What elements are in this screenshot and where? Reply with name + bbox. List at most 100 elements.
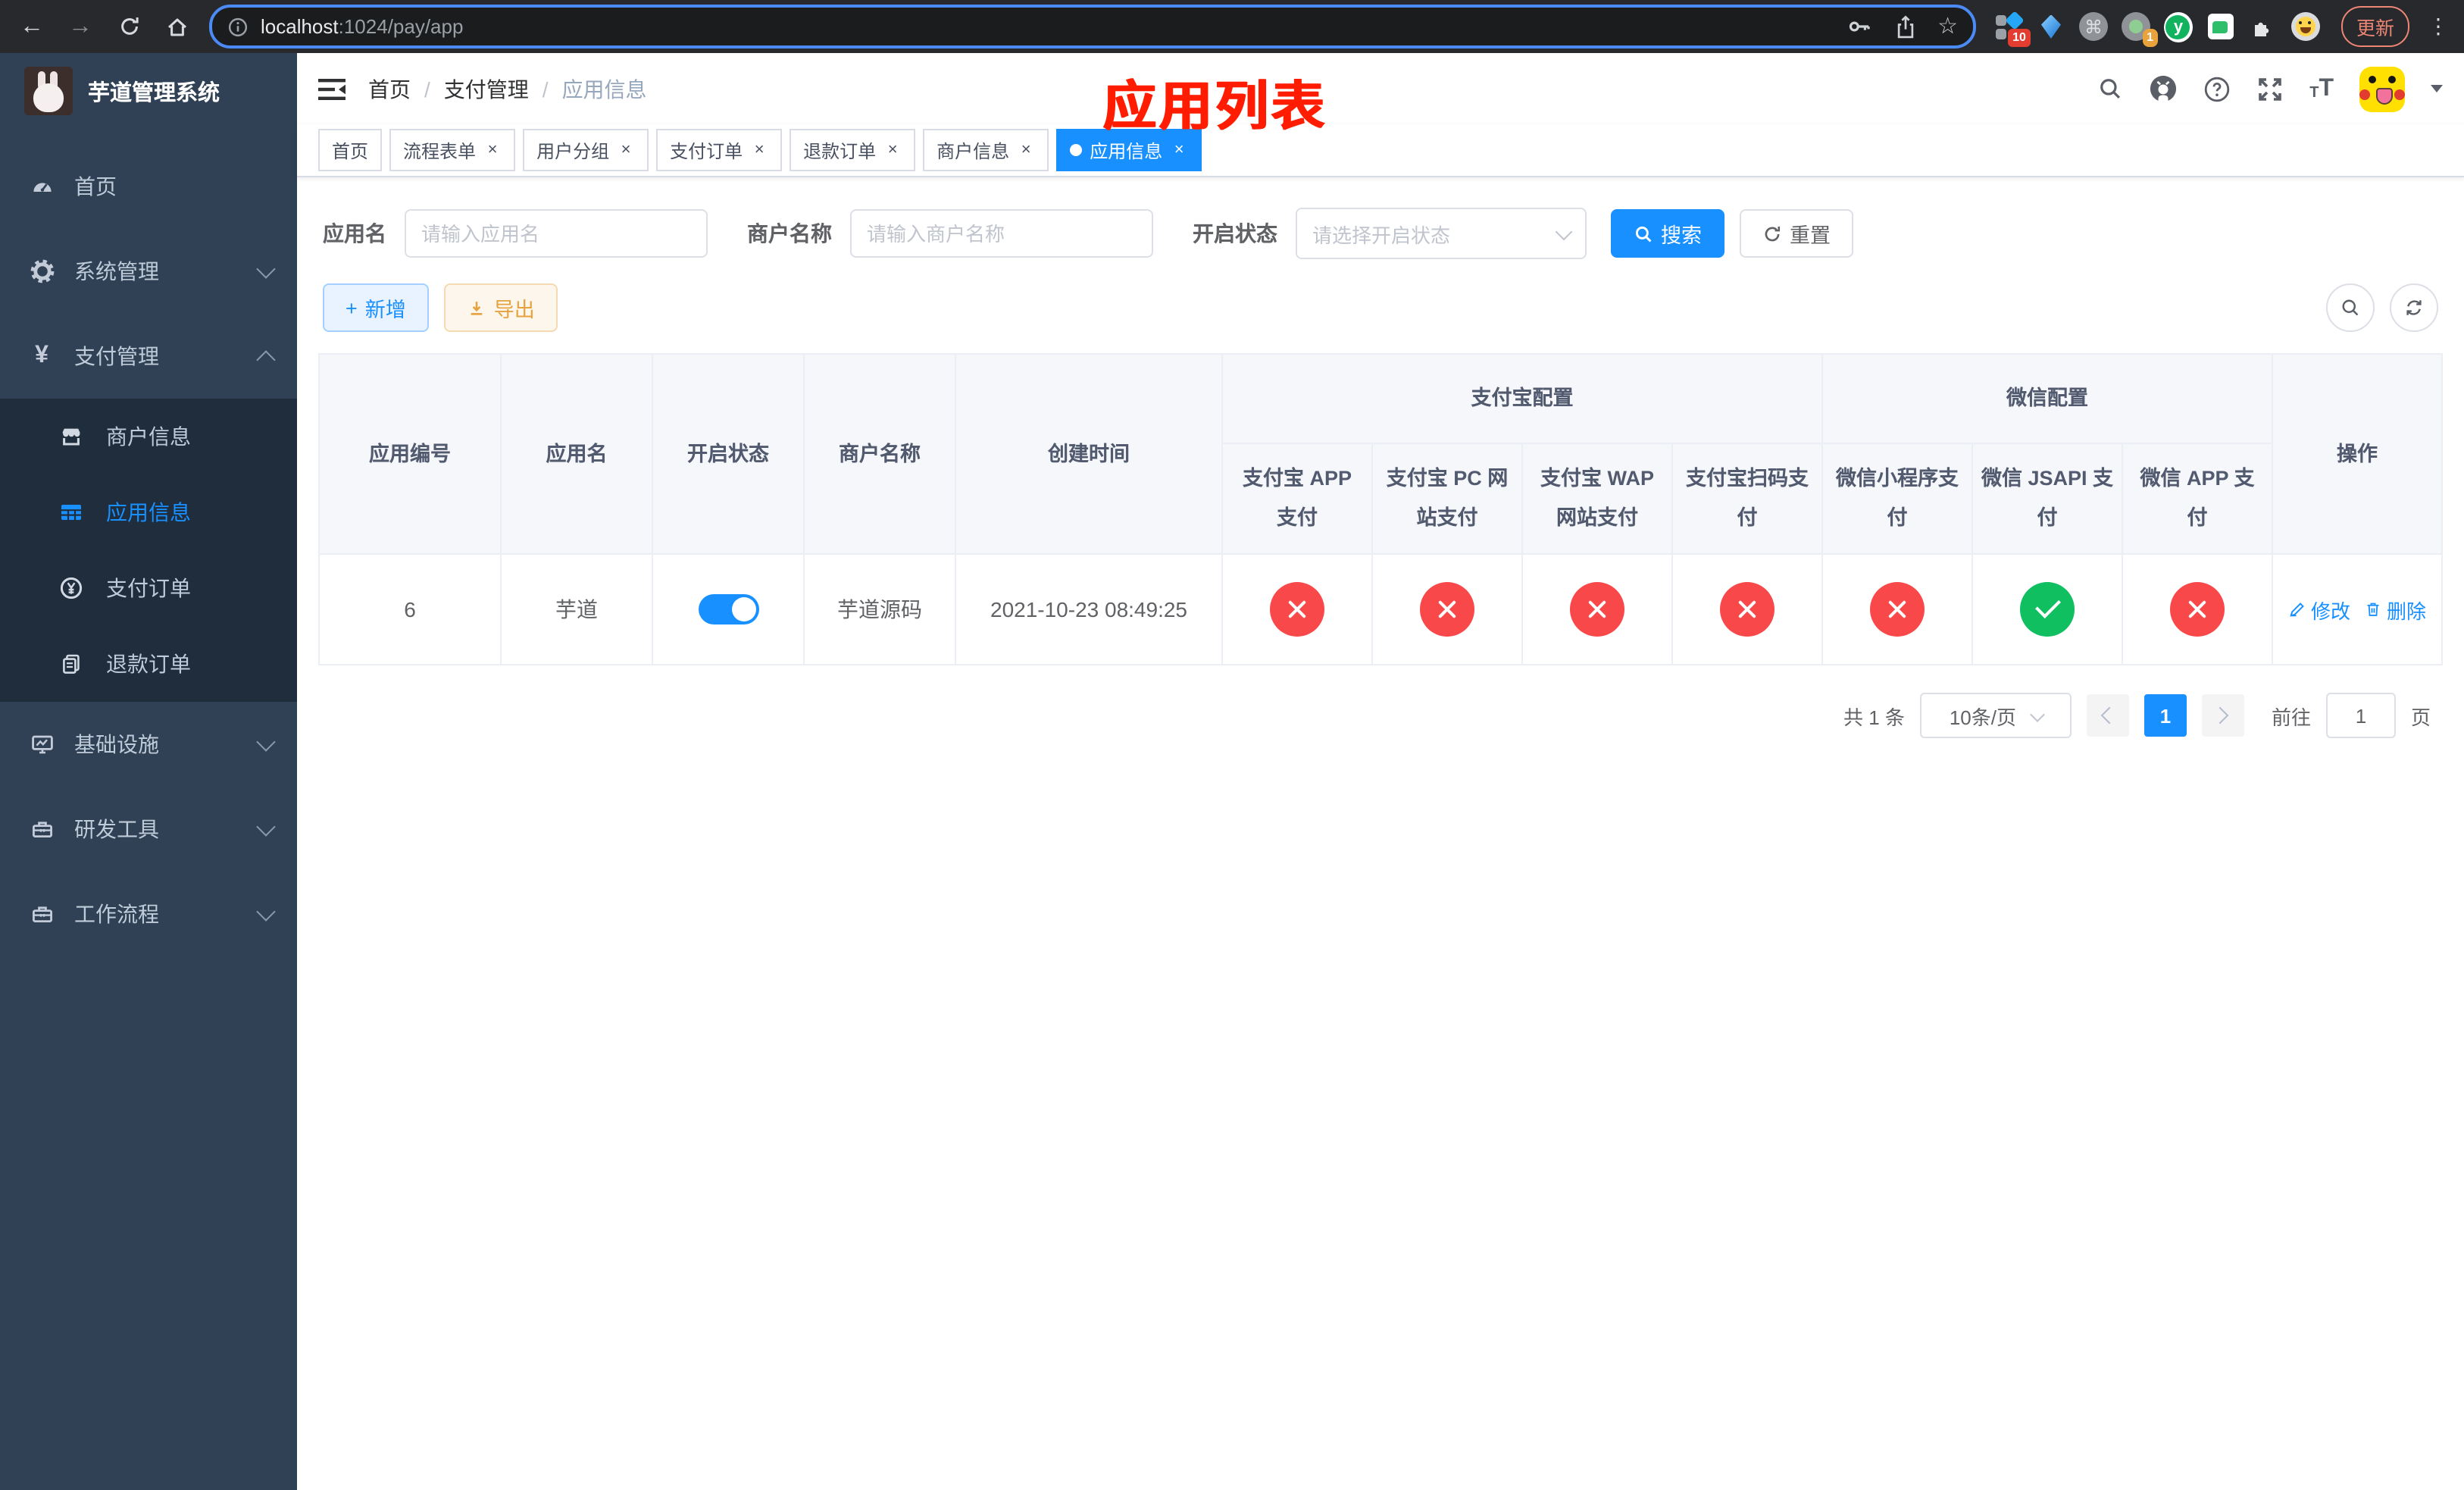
close-icon[interactable]: × <box>617 141 635 159</box>
avatar[interactable] <box>2359 66 2405 111</box>
sidebar-item-app-info[interactable]: 应用信息 <box>0 474 297 550</box>
sidebar-item-payment[interactable]: ¥ 支付管理 <box>0 314 297 399</box>
close-icon[interactable]: × <box>1017 141 1035 159</box>
help-icon[interactable] <box>2203 75 2231 102</box>
close-icon[interactable]: × <box>883 141 902 159</box>
header-search-icon[interactable] <box>2097 76 2123 102</box>
avatar-caret-icon[interactable] <box>2431 85 2443 92</box>
yen-circle-icon <box>58 576 83 600</box>
extension-sketch-icon[interactable]: 10 <box>1994 11 2031 47</box>
status-badge <box>1570 582 1624 637</box>
status-badge <box>1870 582 1925 637</box>
merchant-name-label: 商户名称 <box>747 221 832 246</box>
screen: ← → localhost:1024/pay/app ☆ 10 ⌘ 1 y 更新… <box>0 0 2464 1490</box>
tab-pay-orders[interactable]: 支付订单 × <box>656 129 783 171</box>
site-info-icon[interactable] <box>227 16 249 37</box>
browser-menu-icon[interactable]: ⋮ <box>2428 14 2449 39</box>
cell-wx-lite <box>1821 553 1973 665</box>
share-icon[interactable] <box>1893 14 1916 39</box>
sidebar-item-label: 首页 <box>74 174 117 199</box>
bookmark-star-icon[interactable]: ☆ <box>1937 15 1958 38</box>
extension-recorder-icon[interactable]: 1 <box>2121 12 2158 47</box>
merchant-name-input[interactable] <box>850 209 1153 258</box>
sidebar-item-home[interactable]: 首页 <box>0 144 297 229</box>
github-icon[interactable] <box>2149 74 2178 103</box>
extension-chat-icon[interactable] <box>2206 12 2235 41</box>
extension-command-icon[interactable]: ⌘ <box>2078 12 2108 41</box>
sidebar-item-refund-orders[interactable]: 退款订单 <box>0 626 297 702</box>
extension-emoji-icon[interactable] <box>2290 12 2320 41</box>
status-badge <box>1270 582 1324 637</box>
tab-app-info[interactable]: 应用信息 × <box>1056 129 1202 171</box>
chevron-down-icon <box>2029 706 2044 722</box>
chevron-down-icon <box>256 731 276 751</box>
close-icon[interactable]: × <box>750 141 768 159</box>
table-grid-icon <box>58 500 83 524</box>
forward-button[interactable]: → <box>64 10 97 43</box>
status-badge <box>1420 582 1474 637</box>
font-size-icon[interactable]: TT <box>2309 76 2334 101</box>
close-icon[interactable]: × <box>483 141 502 159</box>
search-button[interactable]: 搜索 <box>1611 209 1724 258</box>
reset-button[interactable]: 重置 <box>1740 209 1853 258</box>
refresh-table-button[interactable] <box>2390 283 2438 332</box>
status-toggle[interactable] <box>698 594 758 624</box>
tab-home[interactable]: 首页 <box>318 129 383 171</box>
delete-link[interactable]: 删除 <box>2364 595 2426 624</box>
logo[interactable]: 芋道管理系统 <box>0 53 297 129</box>
app-title: 芋道管理系统 <box>88 81 220 105</box>
documents-icon <box>58 652 83 676</box>
home-icon <box>167 17 187 36</box>
sidebar-item-label: 工作流程 <box>74 902 159 926</box>
toggle-search-button[interactable] <box>2326 283 2375 332</box>
search-form: 应用名 商户名称 开启状态 请选择开启状态 搜索 重置 <box>323 208 2443 259</box>
password-key-icon[interactable] <box>1846 14 1872 39</box>
sidebar-item-workflow[interactable]: 工作流程 <box>0 872 297 956</box>
current-page-button[interactable]: 1 <box>2143 694 2187 737</box>
col-header-alipay-app: 支付宝 APP 支付 <box>1221 443 1373 555</box>
tab-process-form[interactable]: 流程表单 × <box>389 129 516 171</box>
tab-merchant-info[interactable]: 商户信息 × <box>923 129 1049 171</box>
sidebar-item-system[interactable]: 系统管理 <box>0 229 297 314</box>
extension-kite-icon[interactable] <box>2037 12 2065 41</box>
reload-button[interactable] <box>112 10 145 43</box>
app-name-input[interactable] <box>405 209 708 258</box>
address-bar[interactable]: localhost:1024/pay/app ☆ <box>209 5 1976 49</box>
sidebar-item-label: 研发工具 <box>74 817 159 841</box>
goto-page-input[interactable] <box>2325 693 2396 738</box>
sidebar-item-merchant-info[interactable]: 商户信息 <box>0 399 297 474</box>
refresh-icon <box>2406 300 2422 315</box>
chevron-down-icon <box>256 816 276 836</box>
status-select[interactable]: 请选择开启状态 <box>1296 208 1587 259</box>
shop-icon <box>58 424 83 449</box>
page-size-select[interactable]: 10条/页 <box>1919 693 2072 738</box>
home-button[interactable] <box>161 10 194 43</box>
app-table: 应用编号 应用名 开启状态 商户名称 创建时间 支付宝配置 微信配置 操作 支付… <box>318 353 2443 665</box>
add-button[interactable]: + 新增 <box>323 283 429 332</box>
close-icon[interactable]: × <box>1170 141 1188 159</box>
cell-app-id: 6 <box>318 553 502 665</box>
cell-wx-jsapi <box>1972 553 2123 665</box>
trash-icon <box>2367 603 2379 616</box>
fullscreen-icon[interactable] <box>2256 75 2284 102</box>
tab-refund-orders[interactable]: 退款订单 × <box>790 129 916 171</box>
back-button[interactable]: ← <box>15 10 48 43</box>
tab-user-group[interactable]: 用户分组 × <box>523 129 649 171</box>
cell-alipay-app <box>1221 553 1373 665</box>
export-button[interactable]: 导出 <box>443 283 558 332</box>
breadcrumb-current: 应用信息 <box>561 77 647 101</box>
prev-page-button[interactable] <box>2086 694 2129 737</box>
next-page-button[interactable] <box>2201 694 2244 737</box>
sidebar-item-dev-tools[interactable]: 研发工具 <box>0 787 297 872</box>
sidebar-item-pay-orders[interactable]: 支付订单 <box>0 550 297 626</box>
sidebar-item-infrastructure[interactable]: 基础设施 <box>0 702 297 787</box>
sidebar-item-label: 退款订单 <box>106 652 191 676</box>
status-badge <box>2020 582 2075 637</box>
extensions-puzzle-icon[interactable] <box>2249 12 2278 41</box>
edit-link[interactable]: 修改 <box>2288 595 2350 624</box>
breadcrumb-home[interactable]: 首页 <box>368 74 411 104</box>
extension-y-icon[interactable]: y <box>2163 11 2193 42</box>
breadcrumb-payment[interactable]: 支付管理 <box>444 74 529 104</box>
collapse-sidebar-icon[interactable] <box>318 77 346 101</box>
browser-update-button[interactable]: 更新 <box>2340 6 2409 47</box>
